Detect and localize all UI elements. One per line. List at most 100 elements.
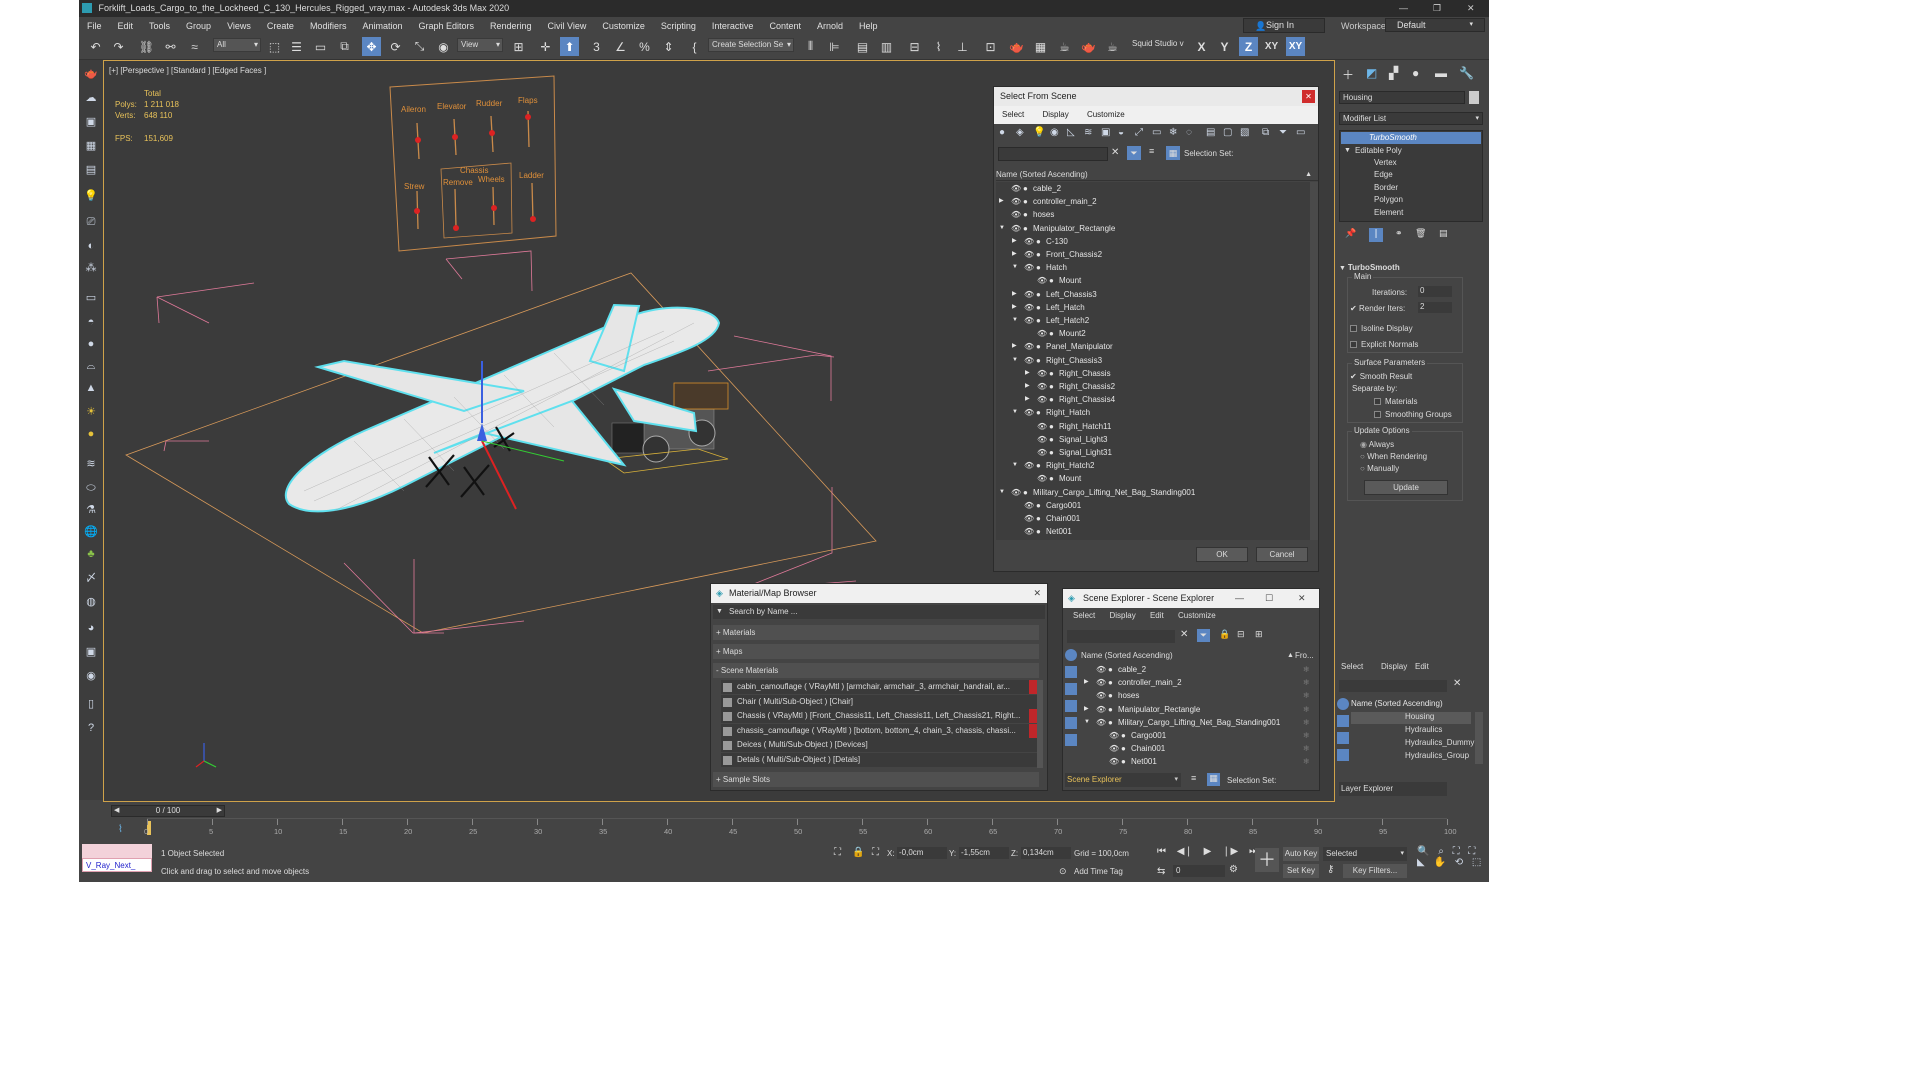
se-camera-icon[interactable]	[1065, 700, 1077, 712]
visibility-eye-icon[interactable]: 👁	[1024, 354, 1034, 367]
scene-tree-row[interactable]: 👁 ● cable_2	[996, 182, 1306, 195]
helper-icon[interactable]: ◐	[83, 238, 99, 254]
select-all-icon[interactable]: ▤	[1206, 127, 1215, 138]
scene-tree-row[interactable]: ▶ 👁 ● controller_main_2	[996, 195, 1306, 208]
menu-group[interactable]: Group	[178, 21, 219, 31]
object-color-swatch[interactable]	[1469, 91, 1479, 104]
freeze-icon[interactable]: ❄	[1303, 689, 1310, 702]
plane-primitive-icon[interactable]: ▭	[83, 290, 99, 306]
menu-civil-view[interactable]: Civil View	[540, 21, 595, 31]
squid-studio-dropdown[interactable]: Squid Studio v	[1129, 38, 1185, 52]
render-production-icon[interactable]: ☕	[1055, 37, 1074, 56]
scene-tree-row[interactable]: 👁 ● Signal_Light31	[996, 446, 1306, 459]
reference-coordinate-dropdown[interactable]: View ▾	[457, 38, 503, 52]
axis-x-button[interactable]: X	[1192, 37, 1211, 56]
material-search-field[interactable]: ▼ Search by Name ...	[713, 605, 1045, 619]
menu-interactive[interactable]: Interactive	[704, 21, 762, 31]
when-rendering-radio[interactable]: ○ When Rendering	[1360, 452, 1427, 461]
layer-tab-edit[interactable]: Edit	[1415, 662, 1429, 671]
scene-tree-row[interactable]: ▶ 👁 ● Right_Chassis	[996, 367, 1306, 380]
move-icon[interactable]: ✥	[362, 37, 381, 56]
se-search-field[interactable]	[1067, 630, 1175, 643]
freeze-icon[interactable]: ❄	[1303, 742, 1310, 755]
material-list-item[interactable]: cabin_camouflage ( VRayMtl ) [armchair, …	[721, 680, 1037, 694]
scene-tree-row[interactable]: ▼ 👁 ● Left_Hatch2	[996, 314, 1306, 327]
maximize-viewport-icon[interactable]: ⬚	[1472, 857, 1481, 868]
visibility-eye-icon[interactable]: 👁	[1024, 261, 1034, 274]
scene-tree-row[interactable]: 👁 ● Mount	[996, 274, 1306, 287]
modifier-list-dropdown[interactable]: Modifier List ▾	[1339, 112, 1483, 125]
help-icon[interactable]: ?	[83, 720, 99, 736]
se-spacewarp-icon[interactable]	[1065, 734, 1077, 746]
axis-y-button[interactable]: Y	[1215, 37, 1234, 56]
scene-explorer-row[interactable]: ▼ 👁 ● Military_Cargo_Lifting_Net_Bag_Standi…	[1081, 716, 1310, 729]
frame-buffer-icon[interactable]: ▣	[83, 644, 99, 660]
scene-tree-row[interactable]: ▶ 👁 ● Front_Chassis2	[996, 248, 1306, 261]
visibility-eye-icon[interactable]: 👁	[1109, 742, 1119, 755]
freeze-icon[interactable]: ❄	[1303, 703, 1310, 716]
scene-tree-row[interactable]: 👁 ● Mount	[996, 472, 1306, 485]
zoom-extents-all-icon[interactable]: ⛶	[1468, 846, 1475, 857]
select-none-icon[interactable]: ▢	[1223, 127, 1232, 138]
link-icon[interactable]: ⛓	[137, 37, 156, 56]
visibility-eye-icon[interactable]: 👁	[1037, 420, 1047, 433]
visibility-eye-icon[interactable]: 👁	[1024, 288, 1034, 301]
orbit-icon[interactable]: ⟲	[1455, 857, 1463, 868]
configure-sets-icon[interactable]: ▤	[1439, 228, 1448, 239]
maximize-button[interactable]: ❐	[1433, 0, 1441, 17]
sfs-column-header[interactable]: Name (Sorted Ascending) ▲	[996, 169, 1318, 181]
layer-tab-select[interactable]: Select	[1341, 662, 1363, 671]
material-list-item[interactable]: Detals ( Multi/Sub-Object ) [Detals]	[721, 753, 1037, 767]
time-ruler[interactable]: 0 5 10 15 20 25 30 35 40 45 50 55 60 65 70 75 80 85 90 95 10…	[144, 818, 1457, 840]
visibility-eye-icon[interactable]: 👁	[1024, 340, 1034, 353]
scene-tree-row[interactable]: ▶ 👁 ● Left_Hatch	[996, 301, 1306, 314]
scene-explorer-row[interactable]: 👁 ● Chain001 ❄	[1081, 742, 1310, 755]
selection-set-dropdown[interactable]: Create Selection Se ▾	[708, 38, 794, 52]
sfs-scrollbar[interactable]	[1310, 182, 1318, 540]
material-ball-icon[interactable]: ◕	[83, 620, 99, 636]
visibility-eye-icon[interactable]: 👁	[1024, 314, 1034, 327]
filter-cameras-icon[interactable]: ◉	[1050, 127, 1059, 138]
visibility-eye-icon[interactable]: 👁	[1109, 755, 1119, 768]
expand-toggle-icon[interactable]: ▶	[1025, 380, 1030, 393]
sfs-tab-display[interactable]: Display	[1034, 110, 1076, 119]
maxscript-listener[interactable]: V_Ray_Next_	[82, 858, 152, 872]
material-browser-titlebar[interactable]: ◈ Material/Map Browser ✕	[711, 584, 1047, 603]
expand-toggle-icon[interactable]: ▶	[1084, 676, 1089, 689]
cloud-icon[interactable]: ☁	[83, 90, 99, 106]
select-object-icon[interactable]: ⬚	[265, 37, 284, 56]
visibility-eye-icon[interactable]: 👁	[1024, 459, 1034, 472]
scene-explorer-row[interactable]: 👁 ● hoses ❄	[1081, 689, 1310, 702]
sign-in-button[interactable]: 👤 Sign In	[1243, 18, 1325, 33]
visibility-eye-icon[interactable]: 👁	[1037, 380, 1047, 393]
layer-geometry-icon[interactable]	[1337, 715, 1349, 727]
clear-search-icon[interactable]: ✕	[1111, 147, 1119, 158]
material-list-item[interactable]: Chassis ( VRayMtl ) [Front_Chassis11, Le…	[721, 709, 1037, 724]
visibility-eye-icon[interactable]: 👁	[1024, 406, 1034, 419]
layers-icon[interactable]: ⊞	[1255, 629, 1263, 640]
scene-explorer-row[interactable]: ▶ 👁 ● controller_main_2 ❄	[1081, 676, 1310, 689]
stack-edge[interactable]: Edge	[1374, 170, 1393, 179]
open-folder-icon[interactable]: ▭	[1296, 127, 1305, 138]
expand-toggle-icon[interactable]: ▶	[1012, 235, 1017, 248]
visibility-eye-icon[interactable]: 👁	[1096, 676, 1106, 689]
layer-search-field[interactable]	[1339, 680, 1447, 692]
se-tab-customize[interactable]: Customize	[1172, 611, 1222, 620]
key-mode-icon[interactable]: ⇆	[1157, 866, 1165, 877]
menu-help[interactable]: Help	[851, 21, 886, 31]
expand-toggle-icon[interactable]: ▼	[999, 222, 1005, 235]
update-button[interactable]: Update	[1364, 480, 1448, 495]
clear-search-icon[interactable]: ✕	[1180, 629, 1188, 640]
percent-snap-icon[interactable]: %	[635, 37, 654, 56]
document-icon[interactable]: ▯	[83, 696, 99, 712]
visibility-eye-icon[interactable]: 👁	[1037, 393, 1047, 406]
freeze-icon[interactable]: ❄	[1303, 716, 1310, 729]
scene-tree-row[interactable]: ▼ 👁 ● Right_Hatch	[996, 406, 1306, 419]
redo-icon[interactable]: ↷	[109, 37, 128, 56]
camera-icon[interactable]: ⎚	[83, 214, 99, 230]
set-key-button[interactable]: Set Key	[1283, 864, 1319, 878]
fur-icon[interactable]: ≋	[83, 456, 99, 472]
visibility-eye-icon[interactable]: 👁	[1024, 301, 1034, 314]
scene-explorer-toggle-icon[interactable]: ▤	[853, 37, 872, 56]
menu-views[interactable]: Views	[219, 21, 259, 31]
